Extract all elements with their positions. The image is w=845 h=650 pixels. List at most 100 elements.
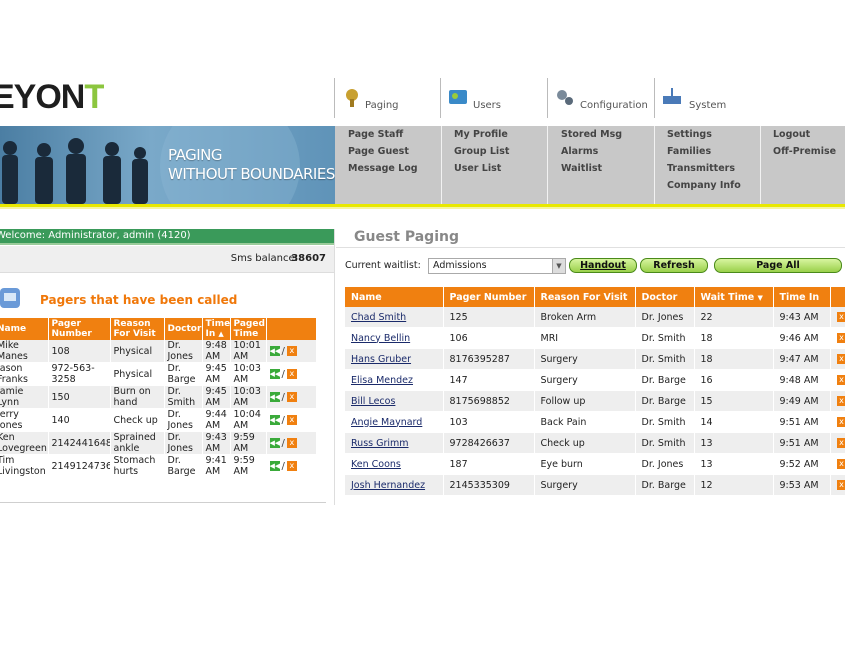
sort-asc-icon: ▲	[218, 330, 224, 338]
column-header-reason[interactable]: Reason For Visit	[110, 318, 165, 340]
menu-item-transmitters[interactable]: Transmitters	[667, 163, 735, 174]
waitlist-select[interactable]: Admissions ▼	[428, 258, 566, 274]
menu-item-logout[interactable]: Logout	[773, 129, 810, 140]
cell-doctor: Dr. Smith	[635, 411, 695, 433]
logo-text: EYON	[0, 80, 85, 114]
delete-icon[interactable]: x	[836, 459, 845, 469]
delete-icon[interactable]: x	[836, 417, 845, 427]
cell-wait-time: 13	[694, 432, 774, 454]
column-header-pager-number[interactable]: Pager Number	[443, 287, 535, 307]
cell-name: Chad Smith	[345, 307, 444, 328]
delete-icon[interactable]: x	[836, 438, 845, 448]
tagline-line-2: WITHOUT BOUNDARIES	[168, 165, 335, 183]
page-all-button[interactable]: Page All	[714, 258, 842, 273]
menu-item-message-log[interactable]: Message Log	[348, 163, 418, 174]
tab-system[interactable]: System	[654, 78, 765, 118]
column-header-paged-time[interactable]: Paged Time	[230, 318, 267, 340]
delete-icon[interactable]: x	[286, 369, 297, 379]
column-header-doctor[interactable]: Doctor	[164, 318, 203, 340]
delete-icon[interactable]: x	[286, 346, 297, 356]
column-header-name[interactable]: Name	[0, 318, 49, 340]
cell-name: Ken Lovegreen	[0, 431, 49, 455]
handout-button[interactable]: Handout	[569, 258, 637, 273]
cell-name: Hans Gruber	[345, 348, 444, 370]
repage-icon[interactable]: ◀◀	[269, 415, 280, 425]
cell-doctor: Dr. Smith	[635, 327, 695, 349]
delete-icon[interactable]: x	[286, 438, 297, 448]
cell-wait-time: 18	[694, 348, 774, 370]
cell-time-in: 9:46 AM	[773, 327, 831, 349]
guest-name-link[interactable]: Bill Lecos	[351, 396, 395, 407]
guest-name-link[interactable]: Russ Grimm	[351, 438, 409, 449]
guest-name-link[interactable]: Josh Hernandez	[351, 480, 425, 491]
menu-item-page-staff[interactable]: Page Staff	[348, 129, 403, 140]
menu-item-stored-msg[interactable]: Stored Msg	[561, 129, 622, 140]
menu-item-my-profile[interactable]: My Profile	[454, 129, 508, 140]
tab-label: Users	[473, 100, 502, 111]
delete-icon[interactable]: x	[286, 392, 297, 402]
cell-name: Angie Maynard	[345, 411, 444, 433]
delete-icon[interactable]: x	[836, 396, 845, 406]
tab-label: Paging	[365, 100, 399, 111]
column-header-wait-time[interactable]: Wait Time ▼	[694, 287, 774, 307]
menu-item-alarms[interactable]: Alarms	[561, 146, 598, 157]
delete-icon[interactable]: x	[286, 461, 297, 471]
table-header-row: Name Pager Number Reason For Visit Docto…	[345, 287, 845, 307]
tab-paging[interactable]: Paging	[334, 78, 441, 118]
column-header-reason[interactable]: Reason For Visit	[534, 287, 636, 307]
column-header-name[interactable]: Name	[345, 287, 444, 307]
menu-item-families[interactable]: Families	[667, 146, 711, 157]
cell-doctor: Dr. Barge	[164, 362, 203, 386]
delete-icon[interactable]: x	[836, 354, 845, 364]
cell-time-in: 9:47 AM	[773, 348, 831, 370]
cell-time-in: 9:51 AM	[773, 432, 831, 454]
cell-paged-time: 9:59 AM	[230, 431, 267, 455]
page-title: Guest Paging	[354, 229, 459, 245]
delete-icon[interactable]: x	[836, 312, 845, 322]
column-header-pager-number[interactable]: Pager Number	[48, 318, 111, 340]
cell-paged-time: 10:03 AM	[230, 385, 267, 409]
repage-icon[interactable]: ◀◀	[269, 461, 280, 471]
guest-name-link[interactable]: Ken Coons	[351, 459, 401, 470]
repage-icon[interactable]: ◀◀	[269, 369, 280, 379]
tab-configuration[interactable]: Configuration	[547, 78, 655, 118]
cell-doctor: Dr. Barge	[635, 390, 695, 412]
repage-icon[interactable]: ◀◀	[269, 346, 280, 356]
guest-name-link[interactable]: Elisa Mendez	[351, 375, 413, 386]
chevron-down-icon[interactable]: ▼	[552, 259, 565, 273]
menu-item-group-list[interactable]: Group List	[454, 146, 509, 157]
cell-wait-time: 13	[694, 453, 774, 475]
menu-item-settings[interactable]: Settings	[667, 129, 712, 140]
menu-item-off-premise[interactable]: Off-Premise	[773, 146, 836, 157]
tab-label: Configuration	[580, 100, 648, 111]
cell-pager: 187	[443, 453, 535, 475]
column-header-time-in[interactable]: Time In ▲	[202, 318, 231, 340]
menu-item-waitlist[interactable]: Waitlist	[561, 163, 602, 174]
repage-icon[interactable]: ◀◀	[269, 438, 280, 448]
delete-icon[interactable]: x	[836, 480, 845, 490]
table-row: Nancy Bellin 106 MRI Dr. Smith 18 9:46 A…	[345, 327, 845, 349]
column-header-doctor[interactable]: Doctor	[635, 287, 695, 307]
menu-item-page-guest[interactable]: Page Guest	[348, 146, 409, 157]
refresh-button[interactable]: Refresh	[640, 258, 708, 273]
delete-icon[interactable]: x	[836, 333, 845, 343]
delete-icon[interactable]: x	[836, 375, 845, 385]
cell-pager: 150	[48, 385, 111, 409]
menu-item-company-info[interactable]: Company Info	[667, 180, 741, 191]
guest-name-link[interactable]: Nancy Bellin	[351, 333, 410, 344]
delete-icon[interactable]: x	[286, 415, 297, 425]
table-header-row: Name Pager Number Reason For Visit Docto…	[0, 318, 317, 340]
cell-reason: Burn on hand	[110, 385, 165, 409]
logo-accent: T	[84, 80, 105, 114]
pager-icon	[346, 89, 358, 107]
sms-balance-label: Sms balance:	[230, 253, 298, 264]
cell-doctor: Dr. Smith	[635, 432, 695, 454]
guest-name-link[interactable]: Angie Maynard	[351, 417, 422, 428]
guest-name-link[interactable]: Chad Smith	[351, 312, 406, 323]
column-header-time-in[interactable]: Time In	[773, 287, 831, 307]
repage-icon[interactable]: ◀◀	[269, 392, 280, 402]
guest-name-link[interactable]: Hans Gruber	[351, 354, 411, 365]
cell-paged-time: 10:01 AM	[230, 340, 267, 363]
menu-item-user-list[interactable]: User List	[454, 163, 501, 174]
tab-users[interactable]: Users	[440, 78, 547, 118]
